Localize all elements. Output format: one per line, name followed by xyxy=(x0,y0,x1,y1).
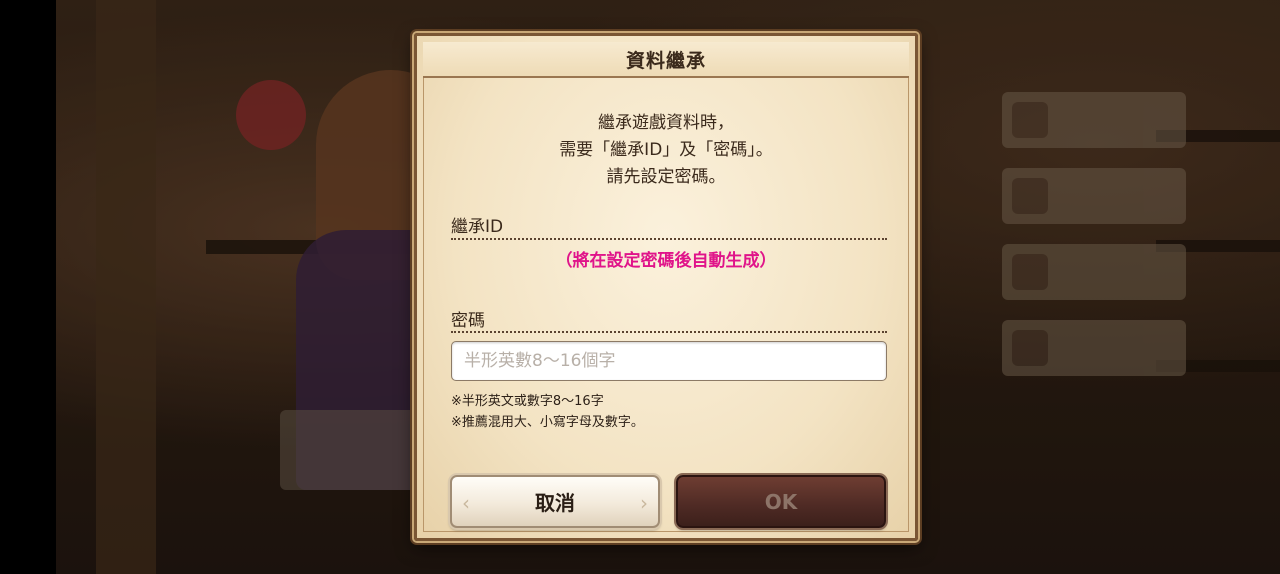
password-divider xyxy=(451,331,887,333)
cancel-button[interactable]: ‹ 取消 › xyxy=(450,475,660,528)
inherit-id-label: 繼承ID xyxy=(451,217,504,237)
password-hint: ※半形英文或數字8～16字 xyxy=(451,394,604,409)
cancel-button-label: 取消 xyxy=(535,491,575,515)
ornament-left-icon: ‹ xyxy=(462,491,470,515)
ok-button[interactable]: OK xyxy=(676,475,886,528)
screen-edge-bar xyxy=(0,0,56,574)
inherit-id-divider xyxy=(451,238,887,240)
intro-line: 需要「繼承ID」及「密碼」。 xyxy=(559,140,773,160)
password-hint: ※推薦混用大、小寫字母及數字。 xyxy=(451,415,644,430)
intro-line: 繼承遊戲資料時， xyxy=(598,113,734,133)
password-label: 密碼 xyxy=(451,311,485,331)
ornament-right-icon: › xyxy=(640,491,648,515)
dialog-title: 資料繼承 xyxy=(625,49,706,72)
password-input[interactable] xyxy=(451,341,887,381)
intro-line: 請先設定密碼。 xyxy=(606,167,726,187)
inherit-id-auto-note: （將在設定密碼後自動生成） xyxy=(555,251,777,271)
dialog-title-bar: 資料繼承 xyxy=(423,42,909,78)
data-inherit-dialog: 資料繼承 繼承遊戲資料時， 需要「繼承ID」及「密碼」。 請先設定密碼。 繼承I… xyxy=(414,33,918,541)
dialog-intro: 繼承遊戲資料時， 需要「繼承ID」及「密碼」。 請先設定密碼。 xyxy=(417,110,915,191)
ok-button-label: OK xyxy=(764,489,798,514)
